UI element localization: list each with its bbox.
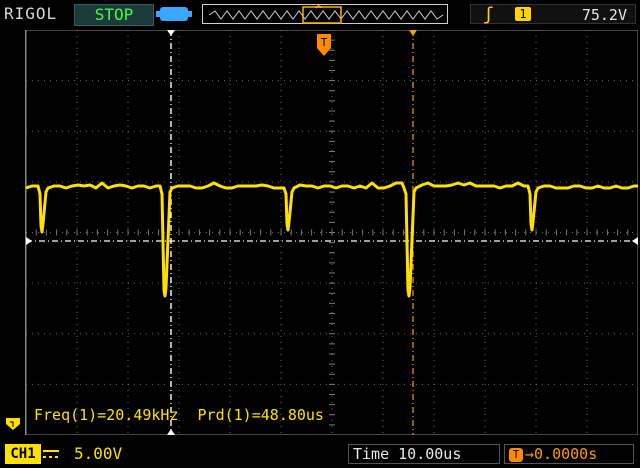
rising-edge-icon: ʃ	[483, 4, 494, 25]
channel1-waveform	[26, 181, 638, 298]
waveform-display[interactable]: T	[25, 30, 638, 435]
horizontal-timebase[interactable]: Time 10.00us	[348, 444, 500, 464]
delay-value: 0.0000s	[534, 445, 598, 463]
channel1-volts-per-div: 5.00V	[74, 444, 123, 463]
trigger-marker-label: T	[321, 36, 328, 49]
delay-arrow-icon: →	[525, 445, 535, 463]
channel-ground-marker-icon	[6, 418, 20, 430]
waveform-memory-overview[interactable]	[202, 4, 448, 24]
top-status-bar: RIGOL STOP ʃ 1 75.2V	[0, 0, 640, 28]
cursor-a-bottom-arrow	[167, 429, 175, 435]
dc-coupling-icon	[43, 450, 59, 458]
run-stop-status[interactable]: STOP	[74, 4, 154, 26]
trigger-settings[interactable]: ʃ 1 75.2V	[470, 4, 636, 25]
trigger-position-icon: T	[509, 447, 523, 462]
waveform-grid: T	[26, 30, 638, 435]
measurement-readout: Freq(1)=20.49kHz Prd(1)=48.80us	[34, 406, 334, 424]
cursor-arrow-left	[26, 237, 32, 245]
cursor-arrow-right	[632, 237, 638, 245]
frequency-measurement: Freq(1)=20.49kHz	[34, 406, 179, 424]
trigger-source-badge: 1	[515, 7, 531, 21]
time-per-div-value: 10.00us	[398, 445, 462, 463]
cursor-b-top-arrow	[409, 30, 417, 36]
cursor-a-top-arrow	[167, 30, 175, 36]
channel1-badge[interactable]: CH1	[5, 444, 41, 464]
horizontal-delay[interactable]: T →0.0000s	[504, 444, 634, 464]
memory-depth-icon	[156, 7, 192, 21]
trigger-level-value: 75.2V	[581, 6, 627, 24]
period-measurement: Prd(1)=48.80us	[197, 406, 324, 424]
brand-label: RIGOL	[4, 4, 58, 23]
memory-overview-graphic	[208, 5, 444, 24]
time-label: Time	[353, 445, 390, 463]
bottom-status-bar: CH1 5.00V Time 10.00us T →0.0000s	[0, 440, 640, 468]
